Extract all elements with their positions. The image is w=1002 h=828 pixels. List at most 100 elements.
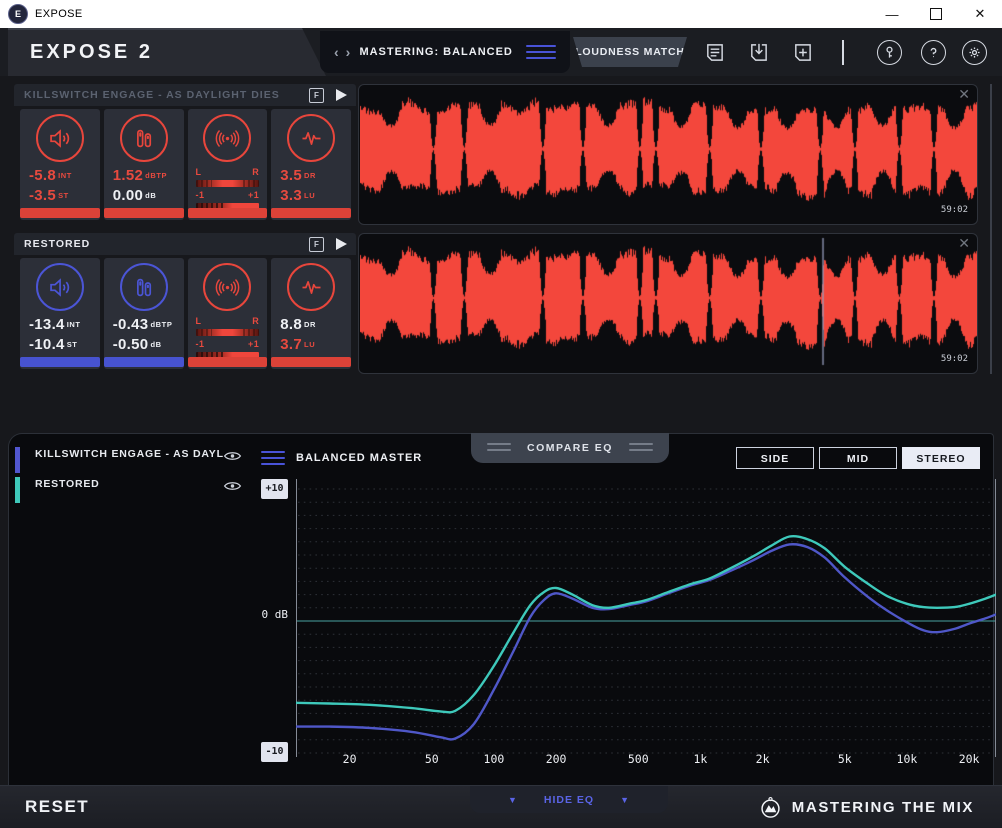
true-peak-icon	[119, 263, 168, 311]
meter-cell-true-peak: 1.52 dBTP 0.00 dB	[103, 109, 184, 220]
close-button[interactable]: ✕	[958, 0, 1002, 28]
track-duration: 59:02	[940, 205, 968, 215]
settings-gear-icon[interactable]	[962, 40, 987, 65]
preset-name[interactable]: MASTERING: BALANCED	[350, 46, 522, 58]
legend-color-chip	[15, 477, 20, 503]
meter-accent-bar	[271, 208, 351, 218]
channel-side-button[interactable]: SIDE	[736, 447, 814, 469]
flag-badge[interactable]: F	[309, 88, 324, 103]
meter-cell-loudness: -5.8 INT -3.5 ST	[20, 109, 100, 220]
hide-eq-tab[interactable]: ▼ HIDE EQ ▼	[470, 786, 668, 813]
eq-panel: KILLSWITCH ENGAGE - AS DAYL RESTORED BAL…	[8, 433, 996, 785]
meter-cell-dynamics: 3.5 DR 3.3 LU	[271, 109, 351, 220]
brand-name: MASTERING THE MIX	[791, 799, 974, 816]
maximize-button[interactable]	[914, 0, 958, 28]
meter-accent-bar	[103, 208, 184, 218]
app-icon: E	[8, 4, 28, 24]
footer-bar: RESET ▼ HIDE EQ ▼ MASTERING THE MIX	[0, 785, 1002, 828]
loudness-speaker-icon	[35, 114, 84, 162]
svg-text:20k: 20k	[959, 752, 980, 766]
svg-text:1k: 1k	[694, 752, 708, 766]
license-key-icon[interactable]	[877, 40, 902, 65]
plugin-header: EXPOSE 2 ‹ › MASTERING: BALANCED LOUDNES…	[0, 28, 1002, 76]
y-axis-bottom-label[interactable]: -10	[261, 742, 288, 762]
eq-spectrum-plot[interactable]: 20 50 100 200 500 1k 2k 5k 10k 20k	[296, 479, 996, 771]
export-icon[interactable]	[748, 42, 769, 63]
preset-selector: ‹ › MASTERING: BALANCED	[320, 31, 570, 73]
preset-prev-button[interactable]: ‹	[334, 45, 339, 59]
close-track-icon[interactable]: ✕	[958, 86, 970, 103]
gain-value: -0.50 dB	[112, 336, 162, 353]
true-peak-value: 1.52 dBTP	[112, 167, 168, 184]
logo-panel: EXPOSE 2	[8, 28, 326, 76]
close-track-icon[interactable]: ✕	[958, 235, 970, 252]
tracks-area: KILLSWITCH ENGAGE - AS DAYLIGHT DIES F -…	[0, 76, 1002, 433]
loudness-speaker-icon	[35, 263, 84, 311]
meter-cell-stereo-field: LR -1 +1	[187, 258, 268, 369]
short-term-loudness-value: -10.4 ST	[29, 336, 78, 353]
dynamic-range-value: 3.5 DR	[280, 167, 317, 184]
legend-item-killswitch[interactable]: KILLSWITCH ENGAGE - AS DAYL	[35, 448, 224, 460]
meter-cell-loudness: -13.4 INT -10.4 ST	[20, 258, 100, 369]
master-curve-label: BALANCED MASTER	[296, 452, 423, 464]
report-icon[interactable]	[704, 42, 725, 63]
true-peak-icon	[119, 114, 168, 162]
visibility-eye-icon[interactable]	[223, 449, 242, 463]
loudness-match-tab[interactable]: LOUDNESS MATCH	[573, 37, 687, 67]
master-curve-menu-icon[interactable]	[261, 451, 285, 466]
stereo-balance-meter	[195, 180, 260, 187]
grip-icon	[629, 443, 653, 451]
compare-eq-tab[interactable]: COMPARE EQ	[471, 433, 669, 463]
stereo-lr-labels: LR	[195, 167, 260, 177]
waveform-display[interactable]: ✕ 59:02	[358, 233, 978, 374]
flag-badge[interactable]: F	[309, 237, 324, 252]
minimize-button[interactable]: —	[870, 0, 914, 28]
svg-text:20: 20	[343, 752, 357, 766]
track-header: RESTORED F	[14, 233, 356, 255]
play-icon[interactable]	[334, 237, 348, 251]
play-icon[interactable]	[334, 88, 348, 102]
y-axis-top-label[interactable]: +10	[261, 479, 288, 499]
track-title: KILLSWITCH ENGAGE - AS DAYLIGHT DIES	[24, 89, 280, 101]
svg-text:200: 200	[546, 752, 567, 766]
mastering-the-mix-logo-icon	[759, 796, 782, 819]
track-panel-restored: RESTORED F -13.4 INT -10.4 ST -0.43 dBTP…	[14, 233, 978, 374]
short-term-loudness-value: -3.5 ST	[29, 187, 69, 204]
reset-button[interactable]: RESET	[25, 786, 89, 828]
help-icon[interactable]	[921, 40, 946, 65]
meter-cell-stereo-field: LR -1 +1	[187, 109, 268, 220]
dynamics-icon	[287, 263, 336, 311]
maximize-icon	[930, 8, 942, 20]
channel-mid-button[interactable]: MID	[819, 447, 897, 469]
stereo-lr-labels: LR	[195, 316, 260, 326]
svg-text:50: 50	[425, 752, 439, 766]
svg-text:100: 100	[484, 752, 505, 766]
legend-item-restored[interactable]: RESTORED	[35, 478, 100, 490]
stereo-correlation-labels: -1 +1	[195, 339, 260, 349]
integrated-loudness-value: -13.4 INT	[29, 316, 81, 333]
meter-accent-bar	[20, 208, 100, 218]
tracks-scroll-strip[interactable]	[990, 84, 992, 374]
gain-value: 0.00 dB	[112, 187, 157, 204]
window-titlebar: E EXPOSE — ✕	[0, 0, 1002, 29]
meter-cell-dynamics: 8.8 DR 3.7 LU	[271, 258, 351, 369]
waveform-display[interactable]: ✕ 59:02	[358, 84, 978, 225]
add-icon[interactable]	[792, 42, 813, 63]
channel-stereo-button[interactable]: STEREO	[902, 447, 980, 469]
meter-accent-bar	[187, 208, 268, 218]
expose2-app-window: E EXPOSE — ✕ EXPOSE 2 ‹ › MASTERING: BAL…	[0, 0, 1002, 828]
meter-accent-bar	[20, 357, 100, 367]
track-title: RESTORED	[24, 238, 91, 250]
stereo-field-icon	[203, 114, 252, 162]
app-logo: EXPOSE 2	[30, 41, 153, 63]
loudness-range-value: 3.7 LU	[280, 336, 316, 353]
visibility-eye-icon[interactable]	[223, 479, 242, 493]
meter-cell-true-peak: -0.43 dBTP -0.50 dB	[103, 258, 184, 369]
stereo-field-icon	[203, 263, 252, 311]
stereo-balance-meter	[195, 329, 260, 336]
chevron-down-icon: ▼	[507, 794, 518, 805]
integrated-loudness-value: -5.8 INT	[29, 167, 72, 184]
preset-menu-icon[interactable]	[526, 44, 556, 60]
brand-badge: MASTERING THE MIX	[759, 786, 974, 828]
svg-text:5k: 5k	[838, 752, 852, 766]
